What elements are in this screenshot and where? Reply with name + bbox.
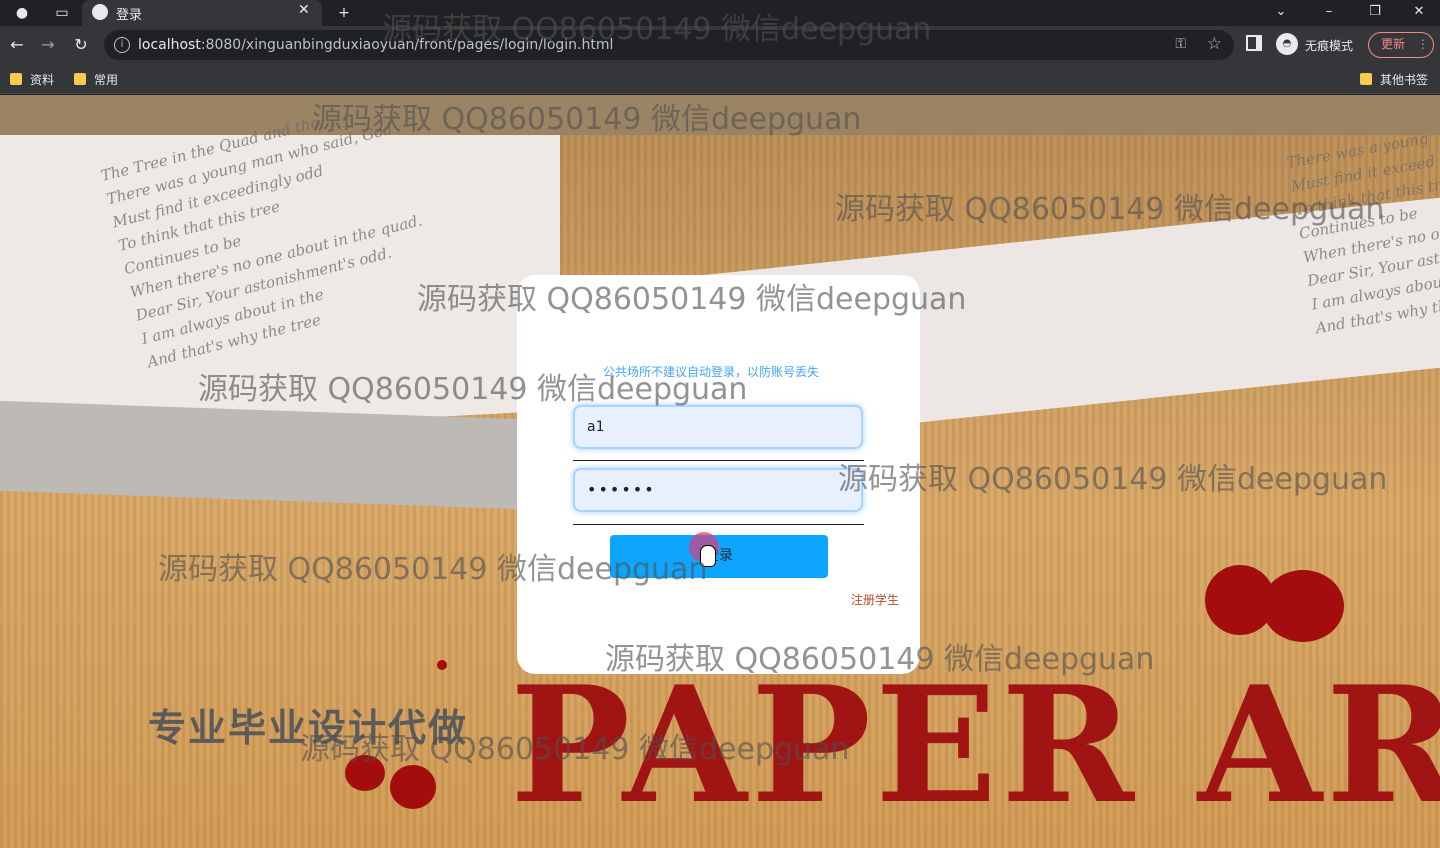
divider [573, 460, 864, 461]
bookmark-folder-0[interactable]: 资料 [10, 71, 54, 88]
paper-strip [0, 400, 520, 510]
key-icon[interactable]: ⚿ [1175, 36, 1186, 52]
close-icon[interactable]: ✕ [298, 2, 310, 18]
tab-search-icon[interactable]: ▭ [52, 3, 72, 23]
paper-art-title: PAPER ART [510, 651, 1440, 839]
menu-dots-icon: ⋮ [1416, 37, 1429, 51]
globe-icon [92, 4, 108, 20]
profile-label: 无痕模式 [1305, 39, 1354, 53]
torn-edge [0, 95, 1440, 135]
minimize-icon[interactable]: – [1306, 0, 1352, 26]
ink-splat [437, 660, 447, 670]
username-input[interactable]: a1 [573, 405, 863, 449]
login-button[interactable]: 登录 [610, 535, 828, 578]
page-viewport: The Tree in the Quad and the There was a… [0, 95, 1440, 848]
promo-text: 专业毕业设计代做 [148, 706, 469, 750]
update-label: 更新 [1381, 37, 1406, 51]
back-arrow-icon[interactable]: ← [6, 34, 28, 56]
url-text[interactable]: localhost:8080/xinguanbingduxiaoyuan/fro… [138, 37, 613, 53]
browser-toolbar: ← → ↻ i localhost:8080/xinguanbingduxiao… [0, 26, 1440, 64]
ink-splat [345, 755, 385, 791]
bookmark-folder-1[interactable]: 常用 [74, 71, 118, 88]
divider [573, 524, 864, 525]
globe-icon[interactable]: ● [12, 3, 32, 23]
folder-icon [1360, 73, 1372, 85]
tab-login[interactable]: 登录 ✕ [82, 0, 322, 26]
update-button[interactable]: 更新 ⋮ [1368, 32, 1434, 58]
forward-arrow-icon[interactable]: → [37, 34, 59, 56]
incognito-icon: ◓ [1276, 33, 1298, 55]
login-card: 公共场所不建议自动登录，以防账号丢失 a1 •••••• 登录 注册学生 [517, 275, 920, 674]
restore-icon[interactable]: ❐ [1352, 0, 1398, 26]
reload-icon[interactable]: ↻ [70, 34, 92, 56]
password-input[interactable]: •••••• [573, 468, 863, 512]
other-bookmarks[interactable]: 其他书签 [1360, 71, 1428, 88]
hand-cursor-icon [700, 545, 716, 567]
ink-splat [1262, 570, 1344, 642]
login-tip: 公共场所不建议自动登录，以防账号丢失 [603, 365, 820, 379]
address-bar[interactable]: i localhost:8080/xinguanbingduxiaoyuan/f… [104, 30, 1234, 60]
chevron-down-icon[interactable]: ⌄ [1258, 0, 1304, 26]
ink-splat [390, 765, 436, 809]
folder-icon [74, 73, 86, 85]
close-window-icon[interactable]: ✕ [1396, 0, 1440, 26]
side-panel-icon[interactable] [1246, 35, 1262, 51]
url-host: localhost [138, 37, 201, 53]
folder-icon [10, 73, 22, 85]
star-icon[interactable]: ☆ [1207, 34, 1222, 54]
tab-title: 登录 [116, 8, 143, 23]
info-icon[interactable]: i [114, 37, 130, 53]
register-student-link[interactable]: 注册学生 [851, 591, 899, 608]
url-path: :8080/xinguanbingduxiaoyuan/front/pages/… [200, 37, 614, 53]
bookmarks-bar: 资料 常用 其他书签 [0, 64, 1440, 94]
new-tab-icon[interactable]: + [334, 3, 354, 23]
tab-strip: ● ▭ 登录 ✕ + ⌄ – ❐ ✕ [0, 0, 1440, 26]
